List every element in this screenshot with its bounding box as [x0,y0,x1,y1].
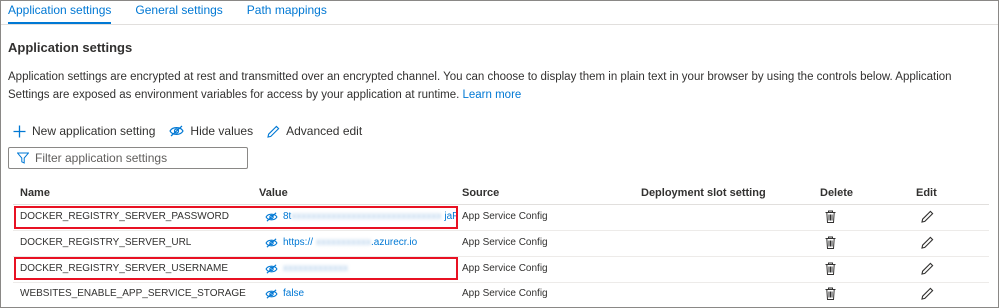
tab-bar: Application settings General settings Pa… [8,2,351,24]
pencil-icon [921,262,934,275]
pencil-icon [921,236,934,249]
pencil-icon [267,125,280,138]
setting-source: App Service Config [462,263,548,274]
learn-more-link[interactable]: Learn more [463,89,522,101]
filter-box [8,147,248,169]
edit-button[interactable] [921,210,934,228]
delete-button[interactable] [825,236,836,254]
filter-input[interactable] [35,151,235,165]
pencil-icon [921,210,934,223]
value-suffix-text: .azurecr.io [371,237,418,248]
delete-button[interactable] [825,262,836,280]
advanced-edit-label: Advanced edit [286,124,363,138]
table-header: Name Value Source Deployment slot settin… [0,182,999,204]
delete-button[interactable] [825,287,836,305]
header-source[interactable]: Source [462,187,499,199]
filter-icon [17,152,29,164]
edit-button[interactable] [921,262,934,280]
tab-application-settings[interactable]: Application settings [8,2,112,24]
trash-icon [825,236,836,249]
tab-path-mappings[interactable]: Path mappings [247,2,327,24]
setting-value[interactable]: https:// xxxxxxxxxxx .azurecr.io [265,237,417,248]
trash-icon [825,262,836,275]
pencil-icon [921,287,934,300]
setting-source: App Service Config [462,237,548,248]
trash-icon [825,287,836,300]
table-row[interactable]: WEBSITES_ENABLE_APP_SERVICE_STORAGE fals… [0,282,999,308]
setting-name[interactable]: WEBSITES_ENABLE_APP_SERVICE_STORAGE [20,288,246,299]
tab-general-settings[interactable]: General settings [135,2,222,24]
section-description: Application settings are encrypted at re… [8,68,988,104]
value-redacted-text: xxxxxxxxxxx [316,237,372,248]
setting-source: App Service Config [462,211,548,222]
setting-name[interactable]: DOCKER_REGISTRY_SERVER_URL [20,237,191,248]
edit-button[interactable] [921,236,934,254]
trash-icon [825,210,836,223]
table-row[interactable]: DOCKER_REGISTRY_SERVER_URL https:// xxxx… [0,231,999,257]
setting-source: App Service Config [462,288,548,299]
new-application-setting-label: New application setting [32,124,156,138]
tab-divider [1,24,998,25]
edit-button[interactable] [921,287,934,305]
highlight-box-username [14,257,458,280]
toolbar: New application setting Hide values Adva… [13,122,376,140]
header-edit: Edit [916,187,937,199]
hide-values-label: Hide values [190,124,254,138]
header-value[interactable]: Value [259,187,288,199]
value-visible-text: https:// [283,237,314,248]
value-visible-text: false [283,288,305,299]
header-delete: Delete [820,187,854,199]
setting-value[interactable]: false [265,288,304,299]
hide-values-button[interactable]: Hide values [169,124,253,138]
new-application-setting-button[interactable]: New application setting [13,124,155,138]
delete-button[interactable] [825,210,836,228]
section-title: Application settings [8,40,133,55]
header-name[interactable]: Name [20,187,50,199]
header-deployment-slot[interactable]: Deployment slot setting [641,187,766,199]
advanced-edit-button[interactable]: Advanced edit [267,124,362,138]
eye-hide-icon [265,288,278,299]
eye-hide-icon [265,237,278,248]
highlight-box-password [14,206,458,229]
eye-hide-icon [169,125,185,137]
plus-icon [13,125,26,137]
